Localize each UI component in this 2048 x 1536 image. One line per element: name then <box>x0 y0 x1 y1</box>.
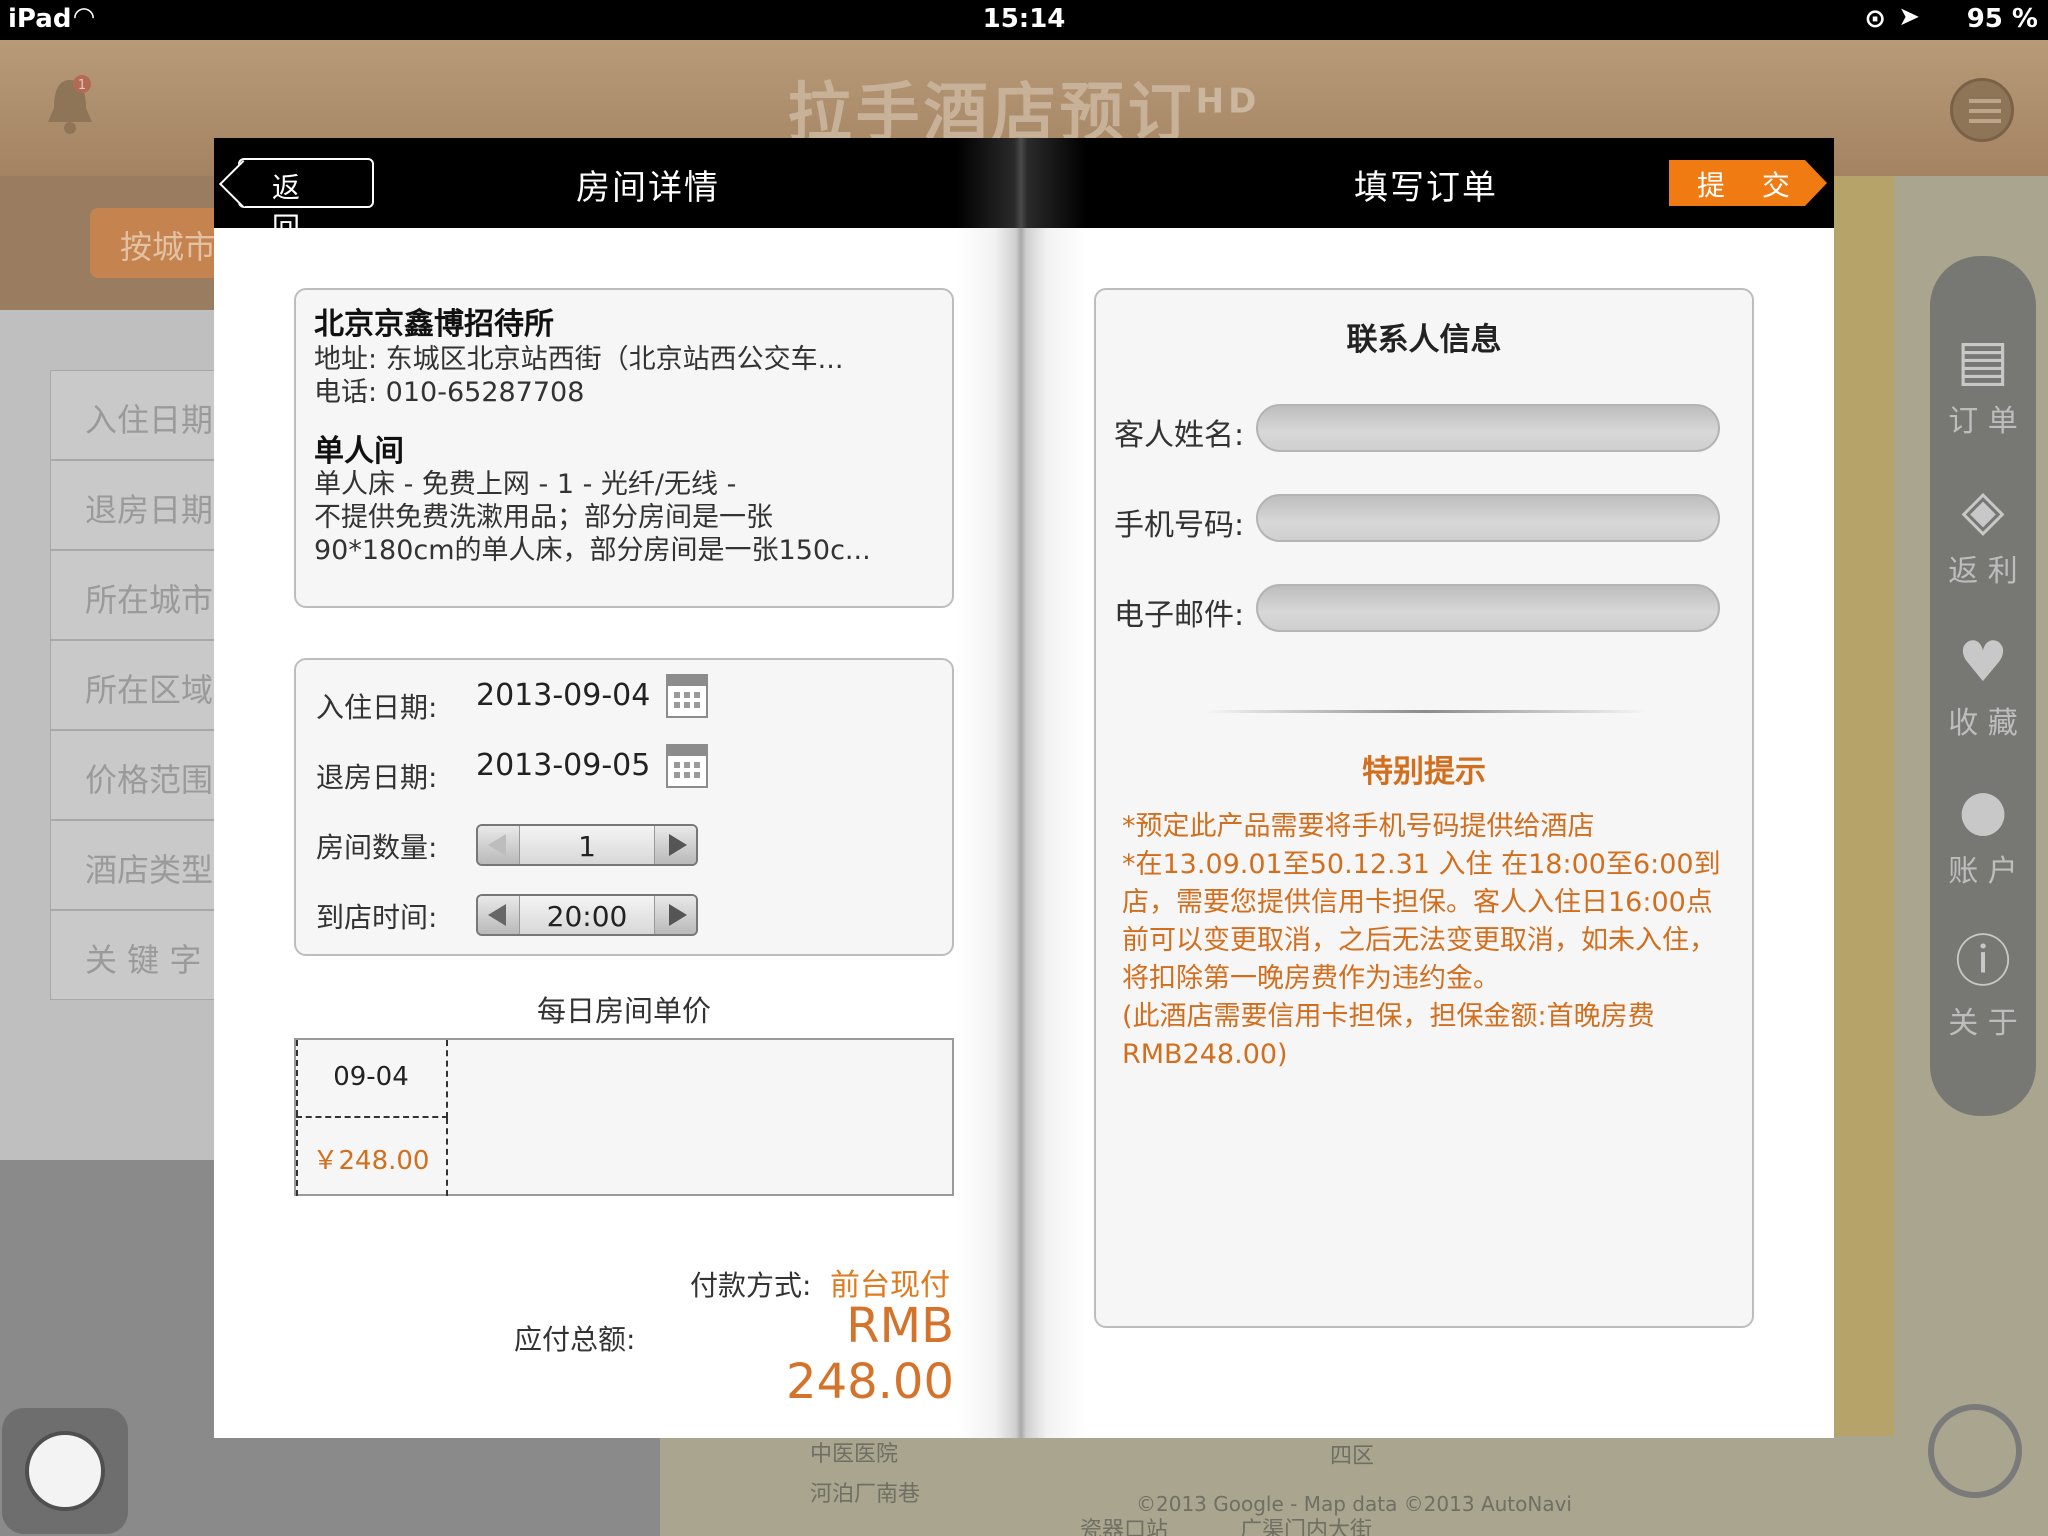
checkout-label: 退房日期: <box>316 761 438 794</box>
book-spine <box>956 228 1086 1438</box>
guest-name-label: 客人姓名: <box>1114 418 1245 453</box>
status-bar: iPad ◠ 15:14 ⊙ ➤ 95 % <box>0 0 2048 40</box>
notice-line: (此酒店需要信用卡担保，担保金额:首晚房费RMB248.00) <box>1122 1001 1655 1070</box>
notice-line: *在13.09.01至50.12.31 入住 在18:00至6:00到店，需要您… <box>1122 849 1721 994</box>
price-amount: ￥248.00 <box>296 1118 448 1196</box>
header-spine <box>956 138 1086 228</box>
checkin-label: 入住日期: <box>316 691 438 724</box>
assistive-touch-button[interactable] <box>2 1408 128 1534</box>
map-label: 河泊厂南巷 <box>810 1482 921 1507</box>
divider <box>1206 710 1646 713</box>
svg-text:1: 1 <box>78 78 86 93</box>
map-bottom: 中医医院 四区 河泊厂南巷 瓷器口站 广渠门内大街 ©2013 Google -… <box>660 1436 2048 1536</box>
email-label: 电子邮件: <box>1114 598 1245 633</box>
booking-modal: 返 回 房间详情 填写订单 提 交 北京京鑫博招待所 地址: 东城区北京站西街（… <box>214 138 1834 1438</box>
map-label: 中医医院 <box>810 1442 899 1467</box>
room-desc: 不提供免费洗漱用品；部分房间是一张 <box>314 502 773 533</box>
room-desc: 单人床 - 免费上网 - 1 - 光纤/无线 - <box>314 469 737 500</box>
map-attribution: ©2013 Google - Map data ©2013 AutoNavi <box>1136 1492 1572 1516</box>
side-nav-account[interactable]: ● 账 户 <box>1930 776 2036 890</box>
heart-icon: ♥ <box>1957 630 2009 695</box>
info-icon: ⓘ <box>1955 930 2011 995</box>
daily-price-title: 每日房间单价 <box>536 994 711 1028</box>
user-icon: ● <box>1958 778 2008 843</box>
guest-name-input[interactable] <box>1256 404 1720 452</box>
contact-card: 联系人信息 客人姓名: 手机号码: 电子邮件: 特别提示 *预定此产品需要将手机… <box>1094 288 1754 1328</box>
arrival-time-stepper: 20:00 <box>476 894 698 936</box>
modal-header: 返 回 房间详情 填写订单 提 交 <box>214 138 1834 244</box>
checkin-value[interactable]: 2013-09-04 <box>476 678 650 713</box>
arrival-time-value: 20:00 <box>546 900 628 933</box>
submit-button[interactable]: 提 交 <box>1669 160 1827 206</box>
back-button[interactable]: 返 回 <box>238 158 374 244</box>
side-nav-rebate[interactable]: ◈ 返 利 <box>1930 476 2036 590</box>
rotation-lock-icon: ⊙ <box>1864 4 1886 34</box>
phone-input[interactable] <box>1256 494 1720 542</box>
increment-arrow-icon[interactable] <box>654 896 696 934</box>
notice-line: *预定此产品需要将手机号码提供给酒店 <box>1122 811 1595 842</box>
checkout-value[interactable]: 2013-09-05 <box>476 748 650 783</box>
hotel-address: 地址: 东城区北京站西街（北京站西公交车... <box>314 344 844 375</box>
side-nav-about[interactable]: ⓘ 关 于 <box>1930 928 2036 1042</box>
email-input[interactable] <box>1256 584 1720 632</box>
calendar-icon[interactable] <box>666 674 708 718</box>
hotel-info-card: 北京京鑫博招待所 地址: 东城区北京站西街（北京站西公交车... 电话: 010… <box>294 288 954 608</box>
locate-icon[interactable] <box>1928 1404 2022 1498</box>
phone-label: 手机号码: <box>1114 508 1245 543</box>
bell-icon[interactable]: 1 <box>42 74 98 140</box>
arrival-label: 到店时间: <box>316 901 438 934</box>
status-time: 15:14 <box>982 4 1066 34</box>
room-count-value: 1 <box>578 830 596 863</box>
location-icon: ➤ <box>1898 2 1920 32</box>
battery-level: 95 % <box>1966 4 2038 34</box>
room-name: 单人间 <box>314 434 404 469</box>
room-desc: 90*180cm的单人床，部分房间是一张150c... <box>314 535 871 566</box>
map-label: 四区 <box>1330 1444 1375 1469</box>
hotel-phone[interactable]: 电话: 010-65287708 <box>314 376 934 409</box>
side-nav-order[interactable]: ▤ 订 单 <box>1930 326 2036 440</box>
order-icon: ▤ <box>1956 328 2010 393</box>
daily-price-table: 09-04 ￥248.00 <box>294 1038 954 1196</box>
calendar-icon[interactable] <box>666 744 708 788</box>
contact-title: 联系人信息 <box>1346 322 1502 358</box>
room-count-stepper: 1 <box>476 824 698 866</box>
hotel-name: 北京京鑫博招待所 <box>314 307 554 342</box>
total-label: 应付总额: <box>514 1323 636 1356</box>
increment-arrow-icon[interactable] <box>654 826 696 864</box>
decrement-arrow-icon[interactable] <box>478 896 520 934</box>
menu-icon[interactable] <box>1950 78 2014 142</box>
special-notice-text: *预定此产品需要将手机号码提供给酒店 *在13.09.01至50.12.31 入… <box>1122 808 1738 1074</box>
rooms-label: 房间数量: <box>316 831 438 864</box>
special-notice-title: 特别提示 <box>1362 754 1486 790</box>
side-nav-favorite[interactable]: ♥ 收 藏 <box>1930 628 2036 742</box>
map-road <box>1834 176 1894 1476</box>
price-date: 09-04 <box>296 1040 448 1118</box>
order-form-title: 填写订单 <box>1354 168 1498 208</box>
total-amount: RMB 248.00 <box>786 1298 954 1410</box>
decrement-arrow-icon[interactable] <box>478 826 520 864</box>
room-detail-title: 房间详情 <box>576 168 720 208</box>
booking-options-card: 入住日期: 2013-09-04 退房日期: 2013-09-05 房间数量: … <box>294 658 954 956</box>
rebate-tag-icon: ◈ <box>1961 478 2005 543</box>
